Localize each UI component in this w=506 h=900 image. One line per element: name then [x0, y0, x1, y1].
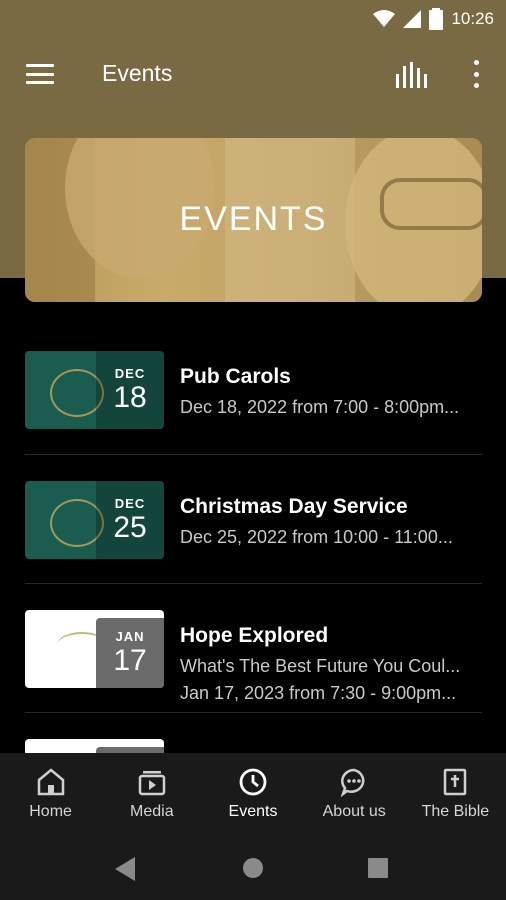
event-row[interactable]: DEC 18 Pub Carols Dec 18, 2022 from 7:00…: [25, 325, 482, 455]
home-circle-icon[interactable]: [242, 857, 264, 879]
status-bar: 10:26: [0, 0, 506, 38]
event-detail: Dec 25, 2022 from 10:00 - 11:00...: [180, 527, 453, 547]
event-detail: What's The Best Future You Coul...: [180, 656, 461, 676]
event-detail: Jan 17, 2023 from 7:30 - 9:00pm...: [180, 683, 457, 703]
nav-label: About us: [322, 803, 386, 820]
more-options-icon[interactable]: [472, 60, 480, 88]
back-icon[interactable]: [115, 857, 137, 881]
nav-label: Events: [228, 803, 278, 820]
event-info: Hope Explored What's The Best Future You…: [180, 624, 482, 704]
event-month: DEC: [114, 365, 146, 381]
wifi-icon: [373, 10, 396, 27]
event-title: Pub Carols: [180, 365, 291, 388]
event-info: Pub Carols Dec 18, 2022 from 7:00 - 8:00…: [180, 365, 482, 418]
event-thumbnail: DEC 18: [25, 351, 164, 429]
event-day: 18: [113, 380, 147, 414]
audio-bars-icon[interactable]: [396, 62, 428, 88]
event-day: 17: [113, 643, 147, 677]
menu-icon[interactable]: [26, 64, 54, 84]
system-nav-bar: [0, 847, 506, 900]
banner-title: EVENTS: [179, 200, 328, 238]
battery-icon: [429, 8, 444, 30]
nav-label: The Bible: [421, 803, 490, 820]
date-box: JAN 17: [96, 618, 164, 688]
date-box: DEC 25: [96, 481, 164, 559]
home-icon: [36, 767, 66, 797]
event-day: 25: [113, 510, 147, 544]
nav-item-about-us[interactable]: About us: [304, 753, 405, 847]
event-month: JAN: [115, 628, 145, 644]
bible-icon: [440, 767, 470, 797]
bottom-nav: Home Media Events About us The Bible: [0, 753, 506, 847]
event-thumbnail: JAN 17: [25, 610, 164, 688]
status-time: 10:26: [451, 9, 494, 28]
nav-item-events[interactable]: Events: [202, 753, 303, 847]
event-thumbnail: DEC 25: [25, 481, 164, 559]
events-banner: EVENTS: [25, 138, 482, 302]
nav-item-media[interactable]: Media: [101, 753, 202, 847]
chat-icon: [339, 767, 369, 798]
cell-signal-icon: [403, 10, 422, 28]
nav-item-home[interactable]: Home: [0, 753, 101, 847]
event-row[interactable]: DEC 25 Christmas Day Service Dec 25, 202…: [25, 455, 482, 584]
event-title: Christmas Day Service: [180, 495, 408, 518]
media-icon: [137, 767, 167, 797]
nav-label: Media: [130, 803, 174, 820]
date-box: DEC 18: [96, 351, 164, 429]
nav-label: Home: [29, 803, 72, 820]
nav-item-the-bible[interactable]: The Bible: [405, 753, 506, 847]
event-detail: Dec 18, 2022 from 7:00 - 8:00pm...: [180, 397, 460, 417]
event-info: Christmas Day Service Dec 25, 2022 from …: [180, 495, 482, 548]
event-title: Hope Explored: [180, 624, 329, 647]
event-month: DEC: [114, 495, 146, 511]
page-title: Events: [102, 60, 173, 86]
recents-icon[interactable]: [368, 858, 388, 878]
event-row[interactable]: JAN 17 Hope Explored What's The Best Fut…: [25, 584, 482, 713]
app-bar: Events: [0, 38, 506, 110]
clock-icon: [238, 767, 268, 797]
